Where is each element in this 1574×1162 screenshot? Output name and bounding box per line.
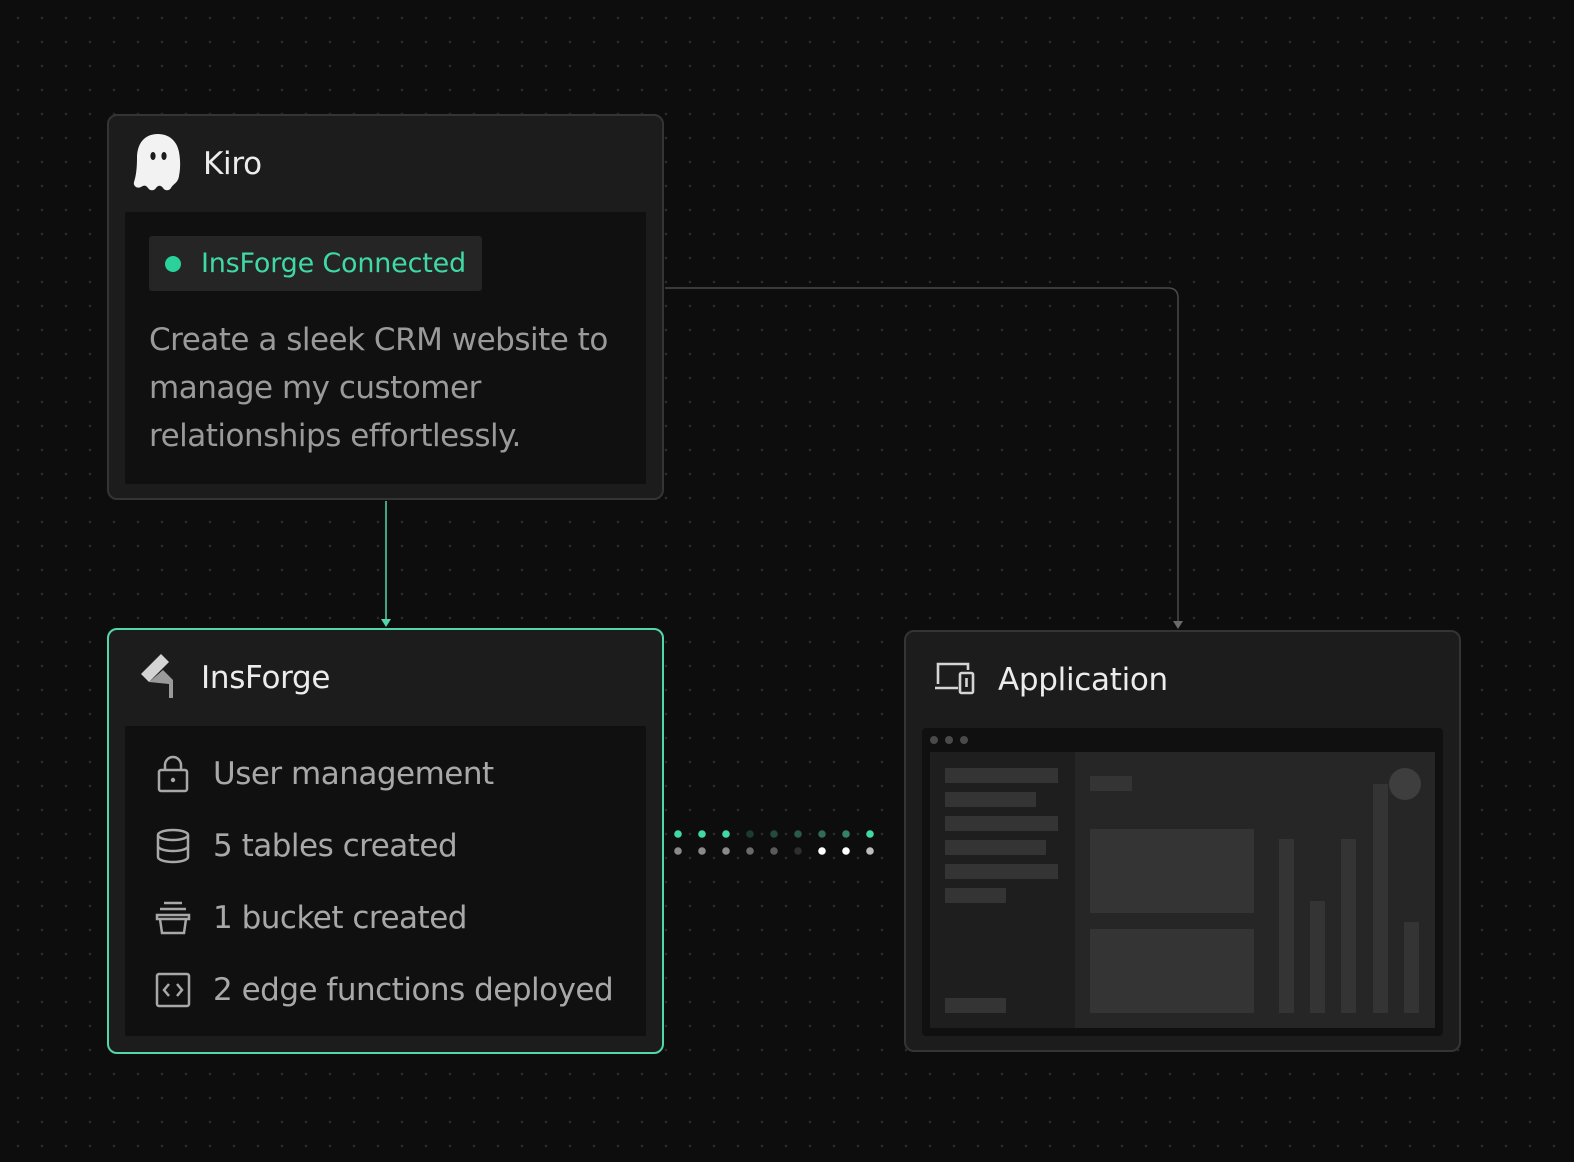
preview-nav-line: [945, 792, 1036, 807]
status-dot-icon: [165, 255, 181, 272]
flow-dot: [866, 830, 874, 838]
kiro-title: Kiro: [203, 146, 262, 182]
application-title: Application: [998, 662, 1168, 698]
flow-dot: [842, 847, 850, 855]
window-controls: [930, 736, 968, 744]
flow-dot: [674, 847, 682, 855]
flow-dot: [866, 847, 874, 855]
preview-bar: [1373, 784, 1388, 1013]
preview-nav-line: [945, 888, 1006, 903]
window-dot-icon: [930, 736, 938, 744]
feature-label: 5 tables created: [213, 828, 458, 864]
feature-label: User management: [213, 756, 494, 792]
kiro-to-insforge-arrow: [381, 619, 391, 627]
flow-dot: [722, 847, 730, 855]
feature-item-edge-functions: 2 edge functions deployed: [153, 966, 614, 1014]
feature-item-user-management: User management: [153, 750, 494, 798]
flow-dot: [746, 847, 754, 855]
preview-nav-line: [945, 816, 1058, 831]
prompt-text: Create a sleek CRM website to manage my …: [149, 322, 608, 454]
devices-icon: [934, 660, 976, 700]
flow-dot: [818, 847, 826, 855]
lock-icon: [153, 754, 193, 794]
feature-label: 1 bucket created: [213, 900, 467, 936]
preview-panel: [1090, 929, 1254, 1013]
preview-nav-line: [945, 840, 1046, 855]
status-badge: InsForge Connected: [149, 236, 482, 291]
database-icon: [153, 826, 193, 866]
flow-dot: [722, 830, 730, 838]
flow-dot: [842, 830, 850, 838]
bucket-icon: [153, 898, 193, 938]
preview-window: [930, 752, 1435, 1028]
insforge-title: InsForge: [201, 660, 331, 696]
kiro-card-body: InsForge Connected Create a sleek CRM we…: [125, 212, 646, 484]
preview-sidebar: [930, 752, 1075, 1028]
application-card: Application: [904, 630, 1461, 1052]
window-dot-icon: [960, 736, 968, 744]
insforge-logo-icon: [139, 654, 179, 702]
application-card-header: Application: [906, 632, 1459, 728]
window-dot-icon: [945, 736, 953, 744]
insforge-card-header: InsForge: [109, 630, 662, 726]
flow-dot: [698, 830, 706, 838]
flow-dot: [794, 830, 802, 838]
preview-bar: [1341, 839, 1356, 1013]
flow-dot: [818, 830, 826, 838]
preview-bar: [1310, 901, 1325, 1013]
ghost-icon: [133, 132, 183, 196]
preview-panel: [1090, 829, 1254, 913]
preview-heading: [1090, 776, 1132, 791]
flow-dot: [746, 830, 754, 838]
preview-main: [1075, 752, 1435, 1028]
preview-nav-line: [945, 768, 1058, 783]
code-icon: [153, 970, 193, 1010]
preview-bar: [1279, 839, 1294, 1013]
kiro-card: Kiro InsForge Connected Create a sleek C…: [107, 114, 664, 500]
feature-item-tables: 5 tables created: [153, 822, 458, 870]
insforge-card: InsForge User management 5 tables create…: [107, 628, 664, 1054]
flow-dot: [698, 847, 706, 855]
flow-dot: [674, 830, 682, 838]
flow-dot: [770, 830, 778, 838]
status-text: InsForge Connected: [201, 248, 466, 279]
flow-dot: [794, 847, 802, 855]
preview-nav-line: [945, 864, 1058, 879]
insforge-card-body: User management 5 tables created 1 bucke…: [125, 726, 646, 1036]
kiro-card-header: Kiro: [109, 116, 662, 212]
preview-nav-line: [945, 998, 1006, 1013]
feature-item-bucket: 1 bucket created: [153, 894, 467, 942]
preview-bar: [1404, 922, 1419, 1013]
app-preview: [922, 728, 1443, 1036]
preview-avatar: [1389, 768, 1421, 800]
flow-dot: [770, 847, 778, 855]
data-flow-dots: [674, 830, 874, 855]
kiro-to-application-line: [665, 287, 1179, 622]
feature-label: 2 edge functions deployed: [213, 972, 614, 1008]
kiro-to-application-arrow: [1173, 621, 1183, 629]
